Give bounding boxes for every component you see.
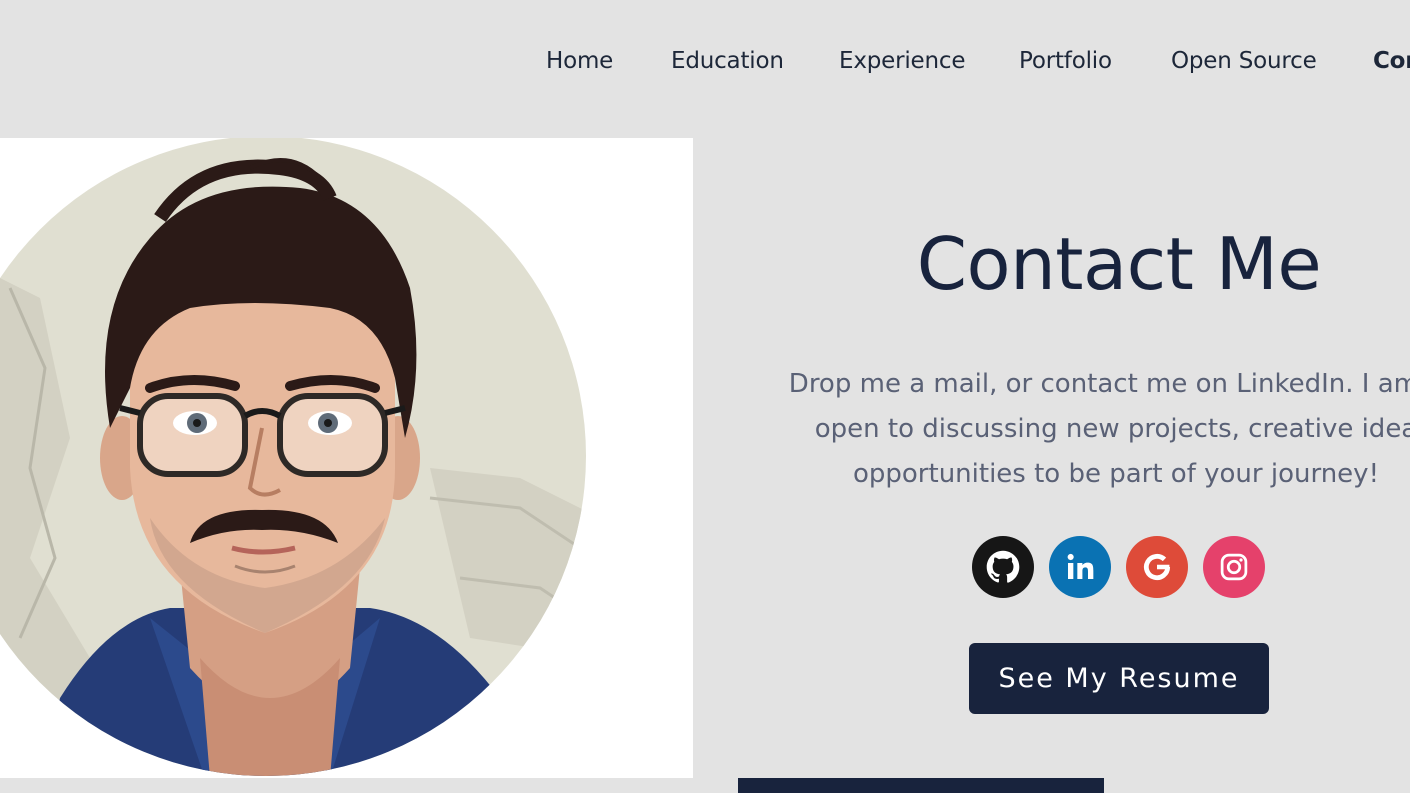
nav-open-source[interactable]: Open Source xyxy=(1171,48,1317,74)
top-nav: Home Education Experience Portfolio Open… xyxy=(0,0,1410,126)
instagram-icon xyxy=(1220,553,1248,581)
contact-description: Drop me a mail, or contact me on LinkedI… xyxy=(736,362,1410,497)
nav-portfolio[interactable]: Portfolio xyxy=(1019,48,1112,74)
nav-contact[interactable]: Cor xyxy=(1373,48,1410,74)
avatar-illustration xyxy=(0,138,586,776)
nav-experience[interactable]: Experience xyxy=(839,48,965,74)
see-resume-button[interactable]: See My Resume xyxy=(969,643,1269,714)
nav-home[interactable]: Home xyxy=(546,48,613,74)
linkedin-link[interactable] xyxy=(1049,536,1111,598)
page: Home Education Experience Portfolio Open… xyxy=(0,0,1410,793)
nav-education[interactable]: Education xyxy=(671,48,784,74)
social-links xyxy=(972,536,1265,598)
linkedin-icon xyxy=(1067,553,1094,579)
contact-line-2: open to discussing new projects, creativ… xyxy=(814,414,1410,444)
google-icon xyxy=(1143,553,1171,581)
avatar-panel xyxy=(0,138,693,778)
contact-line-1: Drop me a mail, or contact me on LinkedI… xyxy=(788,369,1410,399)
bottom-button-partial[interactable] xyxy=(738,778,1104,793)
github-link[interactable] xyxy=(972,536,1034,598)
google-link[interactable] xyxy=(1126,536,1188,598)
instagram-link[interactable] xyxy=(1203,536,1265,598)
contact-line-3: opportunities to be part of your journey… xyxy=(852,459,1379,489)
contact-title: Contact Me xyxy=(916,222,1322,306)
github-icon xyxy=(986,550,1020,583)
